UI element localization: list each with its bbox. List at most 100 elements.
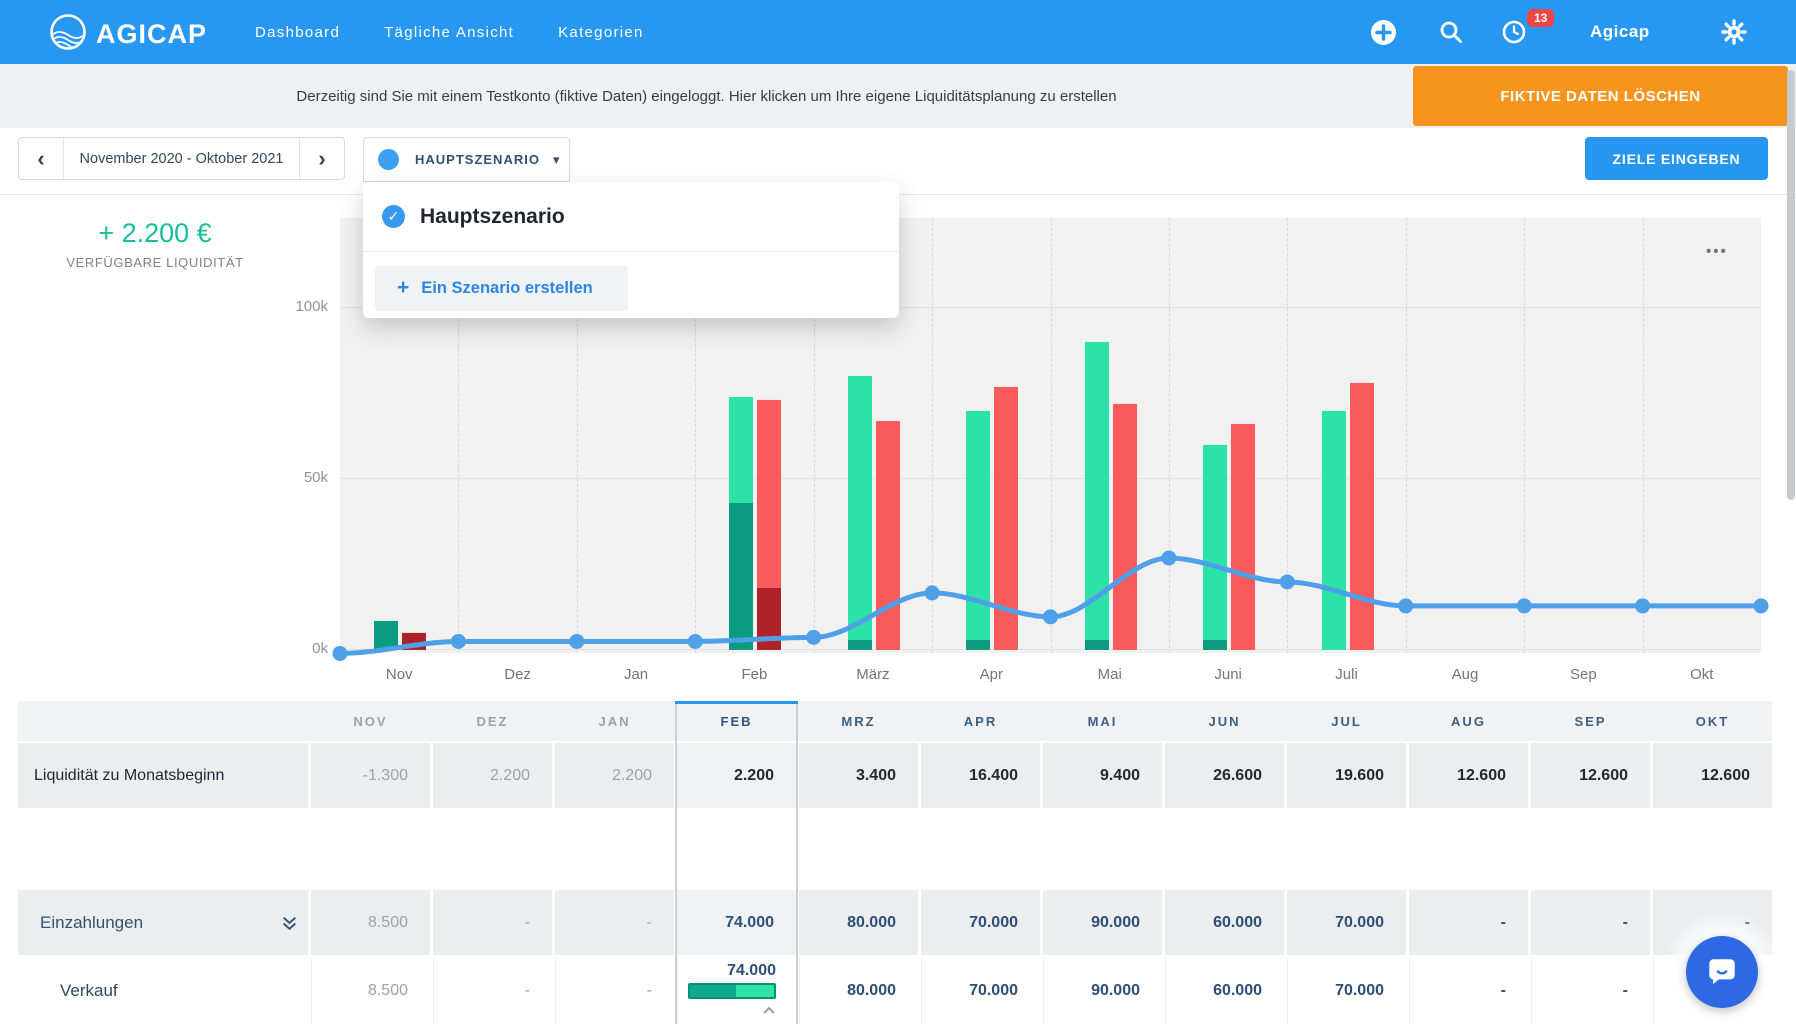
x-axis-label: Aug bbox=[1420, 666, 1510, 683]
cell-verkauf-dez[interactable]: - bbox=[433, 958, 552, 1024]
cell-einzahlungen-apr[interactable]: 70.000 bbox=[921, 890, 1040, 955]
column-header-mai: MAI bbox=[1043, 701, 1162, 741]
cell-verkauf-apr[interactable]: 70.000 bbox=[921, 958, 1040, 1024]
double-chevron-down-icon[interactable] bbox=[281, 915, 298, 937]
agicap-logo[interactable]: AGICAP bbox=[48, 12, 207, 57]
scenario-selector-label: HAUPTSZENARIO bbox=[415, 152, 540, 167]
cell-verkauf-jan[interactable]: - bbox=[555, 958, 674, 1024]
line-point bbox=[925, 585, 940, 600]
chat-button[interactable] bbox=[1686, 936, 1758, 1008]
line-point bbox=[1517, 598, 1532, 613]
scenario-dropdown-menu: ✓ Hauptszenario + Ein Szenario erstellen bbox=[363, 182, 899, 318]
agicap-logo-icon bbox=[48, 12, 88, 57]
line-point bbox=[688, 634, 703, 649]
y-axis-tick-50k: 50k bbox=[284, 469, 328, 486]
chevron-down-icon: ▾ bbox=[553, 152, 560, 168]
x-axis-label: Juli bbox=[1302, 666, 1392, 683]
history-clock-icon[interactable] bbox=[1501, 0, 1527, 64]
x-axis-label: Juni bbox=[1183, 666, 1273, 683]
cell-verkauf-nov[interactable]: 8.500 bbox=[311, 958, 430, 1024]
cell-verkauf-feb[interactable]: 74.000 bbox=[677, 958, 796, 1024]
cell-verkauf-jul[interactable]: 70.000 bbox=[1287, 958, 1406, 1024]
scenario-option-hauptszenario[interactable]: ✓ Hauptszenario bbox=[363, 182, 899, 251]
cell-einzahlungen-jul[interactable]: 70.000 bbox=[1287, 890, 1406, 955]
header-empty-cell bbox=[18, 701, 308, 741]
kpi-value: + 2.200 € bbox=[20, 218, 290, 249]
page-scrollbar-thumb[interactable] bbox=[1787, 70, 1795, 500]
cell-einzahlungen-aug[interactable]: - bbox=[1409, 890, 1528, 955]
line-point bbox=[451, 634, 466, 649]
cell-einzahlungen-sep[interactable]: - bbox=[1531, 890, 1650, 955]
period-label[interactable]: November 2020 - Oktober 2021 bbox=[63, 138, 300, 179]
y-axis-tick-0k: 0k bbox=[284, 640, 328, 657]
line-point bbox=[333, 646, 348, 661]
cell-liquiditaet-dez[interactable]: 2.200 bbox=[433, 743, 552, 808]
cell-liquiditaet-feb[interactable]: 2.200 bbox=[677, 743, 796, 808]
chart-options-menu-icon[interactable]: ••• bbox=[1706, 243, 1728, 260]
cell-liquiditaet-jun[interactable]: 26.600 bbox=[1165, 743, 1284, 808]
cell-einzahlungen-mai[interactable]: 90.000 bbox=[1043, 890, 1162, 955]
row-label-liquiditaet: Liquidität zu Monatsbeginn bbox=[18, 743, 308, 808]
table-row-einzahlungen: Einzahlungen8.500--74.00080.00070.00090.… bbox=[18, 890, 1772, 955]
previous-period-button[interactable]: ‹ bbox=[19, 138, 63, 179]
delete-fake-data-button[interactable]: FIKTIVE DATEN LÖSCHEN bbox=[1413, 66, 1788, 126]
cell-einzahlungen-dez[interactable]: - bbox=[433, 890, 552, 955]
x-axis-label: Nov bbox=[354, 666, 444, 683]
date-range-picker: ‹ November 2020 - Oktober 2021 › bbox=[18, 137, 345, 180]
highlight-column-top-bar bbox=[675, 701, 798, 704]
cell-liquiditaet-nov[interactable]: -1.300 bbox=[311, 743, 430, 808]
banner-message[interactable]: Derzeitig sind Sie mit einem Testkonto (… bbox=[0, 64, 1413, 128]
column-header-sep: SEP bbox=[1531, 701, 1650, 741]
cell-einzahlungen-feb[interactable]: 74.000 bbox=[677, 890, 796, 955]
cell-liquiditaet-okt[interactable]: 12.600 bbox=[1653, 743, 1772, 808]
cell-liquiditaet-mai[interactable]: 9.400 bbox=[1043, 743, 1162, 808]
search-icon[interactable] bbox=[1438, 0, 1464, 64]
line-point bbox=[1043, 609, 1058, 624]
line-point bbox=[806, 630, 821, 645]
available-liquidity-kpi: + 2.200 € VERFÜGBARE LIQUIDITÄT bbox=[20, 218, 290, 270]
row-label-einzahlungen[interactable]: Einzahlungen bbox=[18, 890, 308, 955]
chat-icon bbox=[1704, 954, 1740, 990]
scenario-color-dot bbox=[378, 149, 399, 170]
create-scenario-button[interactable]: + Ein Szenario erstellen bbox=[375, 266, 628, 311]
cell-einzahlungen-jan[interactable]: - bbox=[555, 890, 674, 955]
nav-link-taegliche-ansicht[interactable]: Tägliche Ansicht bbox=[384, 24, 514, 41]
cell-verkauf-mai[interactable]: 90.000 bbox=[1043, 958, 1162, 1024]
column-header-okt: OKT bbox=[1653, 701, 1772, 741]
cell-liquiditaet-mrz[interactable]: 3.400 bbox=[799, 743, 918, 808]
column-header-dez: DEZ bbox=[433, 701, 552, 741]
column-header-feb: FEB bbox=[677, 701, 796, 741]
chevron-up-icon[interactable] bbox=[762, 1002, 776, 1020]
next-period-button[interactable]: › bbox=[300, 138, 344, 179]
line-point bbox=[1635, 598, 1650, 613]
nav-link-kategorien[interactable]: Kategorien bbox=[558, 24, 644, 41]
cell-verkauf-aug[interactable]: - bbox=[1409, 958, 1528, 1024]
gear-icon[interactable] bbox=[1720, 0, 1748, 64]
cell-liquiditaet-apr[interactable]: 16.400 bbox=[921, 743, 1040, 808]
account-menu[interactable]: Agicap bbox=[1590, 0, 1650, 64]
nav-link-dashboard[interactable]: Dashboard bbox=[255, 24, 340, 41]
column-header-apr: APR bbox=[921, 701, 1040, 741]
cell-verkauf-jun[interactable]: 60.000 bbox=[1165, 958, 1284, 1024]
menu-divider bbox=[363, 251, 899, 252]
cell-liquiditaet-jan[interactable]: 2.200 bbox=[555, 743, 674, 808]
x-axis-label: Jan bbox=[591, 666, 681, 683]
cell-liquiditaet-aug[interactable]: 12.600 bbox=[1409, 743, 1528, 808]
cell-verkauf-sep[interactable]: - bbox=[1531, 958, 1650, 1024]
column-header-jan: JAN bbox=[555, 701, 674, 741]
cell-liquiditaet-sep[interactable]: 12.600 bbox=[1531, 743, 1650, 808]
add-icon[interactable] bbox=[1370, 0, 1397, 64]
line-point bbox=[1280, 574, 1295, 589]
cell-verkauf-mrz[interactable]: 80.000 bbox=[799, 958, 918, 1024]
cell-einzahlungen-mrz[interactable]: 80.000 bbox=[799, 890, 918, 955]
scenario-selector-button[interactable]: HAUPTSZENARIO ▾ bbox=[363, 137, 570, 182]
enter-goals-button[interactable]: ZIELE EINGEBEN bbox=[1585, 137, 1768, 180]
x-axis-label: Sep bbox=[1538, 666, 1628, 683]
column-header-jun: JUN bbox=[1165, 701, 1284, 741]
cell-einzahlungen-nov[interactable]: 8.500 bbox=[311, 890, 430, 955]
cell-liquiditaet-jul[interactable]: 19.600 bbox=[1287, 743, 1406, 808]
x-axis-label: Okt bbox=[1657, 666, 1747, 683]
y-axis-tick-100k: 100k bbox=[284, 298, 328, 315]
x-axis-label: Feb bbox=[709, 666, 799, 683]
cell-einzahlungen-jun[interactable]: 60.000 bbox=[1165, 890, 1284, 955]
